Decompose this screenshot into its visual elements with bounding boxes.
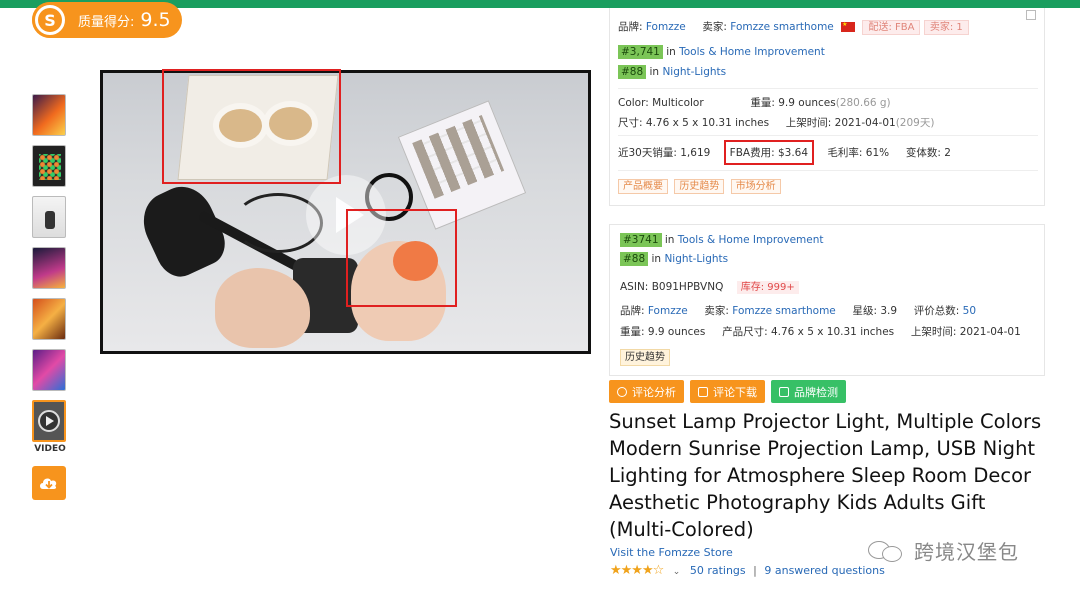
seller-link[interactable]: Fomzze smarthome bbox=[730, 21, 833, 33]
rank-category-link[interactable]: Night-Lights bbox=[664, 253, 728, 265]
download-button[interactable] bbox=[32, 466, 66, 500]
highlight-box-accessory bbox=[346, 209, 457, 307]
thumbnail-6[interactable] bbox=[32, 349, 66, 391]
product-detail-panel: #3741 in Tools & Home Improvement #88 in… bbox=[609, 224, 1045, 376]
play-icon bbox=[38, 410, 60, 432]
tag-market-analysis[interactable]: 市场分析 bbox=[730, 179, 781, 194]
brand-check-button[interactable]: 品牌检测 bbox=[771, 380, 846, 403]
thumbnail-1[interactable] bbox=[32, 94, 66, 136]
answered-questions-link[interactable]: 9 answered questions bbox=[764, 564, 884, 577]
action-buttons: 评论分析 评论下载 品牌检测 bbox=[609, 380, 846, 404]
stock-badge: 库存: 999+ bbox=[736, 281, 799, 294]
watermark-text: 跨境汉堡包 bbox=[914, 540, 1019, 564]
seller-link[interactable]: Fomzze smarthome bbox=[732, 305, 835, 317]
store-link[interactable]: Visit the Fomzze Store bbox=[610, 546, 733, 559]
thumbnail-list: VIDEO bbox=[32, 94, 68, 454]
chevron-down-icon[interactable]: ⌄ bbox=[673, 567, 681, 577]
thumbnail-2[interactable] bbox=[32, 145, 66, 187]
rank-badge: #3,741 bbox=[618, 45, 663, 59]
score-value: 9.5 bbox=[140, 9, 171, 31]
asin-value: B091HPBVNQ bbox=[651, 281, 724, 293]
review-analysis-button[interactable]: 评论分析 bbox=[609, 380, 684, 403]
seller-sprite-logo-icon: S bbox=[32, 2, 68, 38]
rank-badge: #3741 bbox=[620, 233, 662, 247]
score-label: 质量得分: bbox=[78, 14, 135, 30]
watermark: 跨境汉堡包 bbox=[868, 536, 1019, 565]
review-download-button[interactable]: 评论下载 bbox=[690, 380, 765, 403]
video-label: VIDEO bbox=[34, 444, 66, 454]
rank-category-link[interactable]: Tools & Home Improvement bbox=[679, 46, 825, 58]
history-trend-tag[interactable]: 历史趋势 bbox=[620, 349, 670, 366]
download-box-icon bbox=[698, 386, 708, 397]
highlight-box-packaging bbox=[162, 69, 341, 184]
tag-history-trend[interactable]: 历史趋势 bbox=[674, 179, 725, 194]
cloud-download-icon bbox=[40, 478, 57, 489]
quality-score-badge: S 质量得分: 9.5 bbox=[32, 2, 182, 38]
fulfillment-badge: 配送: FBA bbox=[862, 20, 921, 35]
rank-category-link[interactable]: Tools & Home Improvement bbox=[678, 234, 824, 246]
expand-icon[interactable] bbox=[1026, 10, 1036, 20]
video-thumbnail[interactable] bbox=[32, 400, 66, 442]
thumbnail-5[interactable] bbox=[32, 298, 66, 340]
tag-product-summary[interactable]: 产品概要 bbox=[618, 179, 668, 194]
rank-badge: #88 bbox=[618, 65, 647, 79]
check-box-icon bbox=[779, 386, 789, 397]
product-title: Sunset Lamp Projector Light, Multiple Co… bbox=[609, 410, 1042, 541]
brand-link[interactable]: Fomzze bbox=[648, 305, 688, 317]
rank-category-link[interactable]: Night-Lights bbox=[662, 66, 726, 78]
fba-fee-highlight: FBA费用: $3.64 bbox=[723, 140, 815, 165]
thumbnail-4[interactable] bbox=[32, 247, 66, 289]
ratings-row: ★★★★☆ ⌄ 50 ratings | 9 answered question… bbox=[610, 563, 885, 578]
pie-chart-icon bbox=[617, 386, 627, 397]
seller-count-badge: 卖家: 1 bbox=[923, 20, 969, 35]
rank-badge: #88 bbox=[620, 252, 649, 266]
thumbnail-3[interactable] bbox=[32, 196, 66, 238]
wechat-icon bbox=[868, 538, 908, 564]
product-info-panel: 品牌: Fomzze 卖家: Fomzze smarthome 配送: FBA … bbox=[609, 8, 1045, 206]
china-flag-icon bbox=[841, 21, 856, 32]
reviews-link[interactable]: 50 bbox=[963, 305, 976, 317]
star-rating-icon[interactable]: ★★★★☆ bbox=[610, 563, 664, 578]
ratings-link[interactable]: 50 ratings bbox=[690, 564, 746, 577]
brand-link[interactable]: Fomzze bbox=[646, 21, 686, 33]
